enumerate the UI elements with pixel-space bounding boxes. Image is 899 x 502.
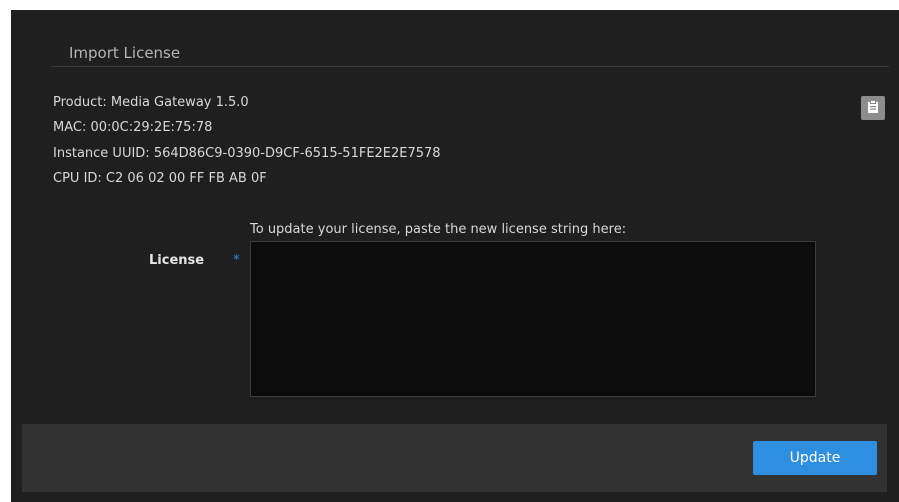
cpu-id-info: CPU ID: C2 06 02 00 FF FB AB 0F: [53, 171, 267, 186]
instance-uuid-info: Instance UUID: 564D86C9-0390-D9CF-6515-5…: [53, 146, 441, 161]
update-button[interactable]: Update: [753, 441, 877, 475]
dialog-footer: Update: [22, 424, 887, 492]
license-hint: To update your license, paste the new li…: [250, 222, 627, 237]
license-textarea[interactable]: [250, 241, 816, 397]
required-marker: *: [233, 253, 240, 268]
dialog-title: Import License: [69, 44, 181, 62]
title-divider: [51, 66, 889, 67]
clipboard-icon: [867, 99, 879, 118]
import-license-panel: Import License Product: Media Gateway 1.…: [11, 0, 899, 502]
mac-info: MAC: 00:0C:29:2E:75:78: [53, 120, 213, 135]
product-info: Product: Media Gateway 1.5.0: [53, 95, 249, 110]
license-label: License: [149, 253, 205, 268]
top-margin: [0, 0, 899, 10]
copy-to-clipboard-button[interactable]: [861, 96, 885, 120]
